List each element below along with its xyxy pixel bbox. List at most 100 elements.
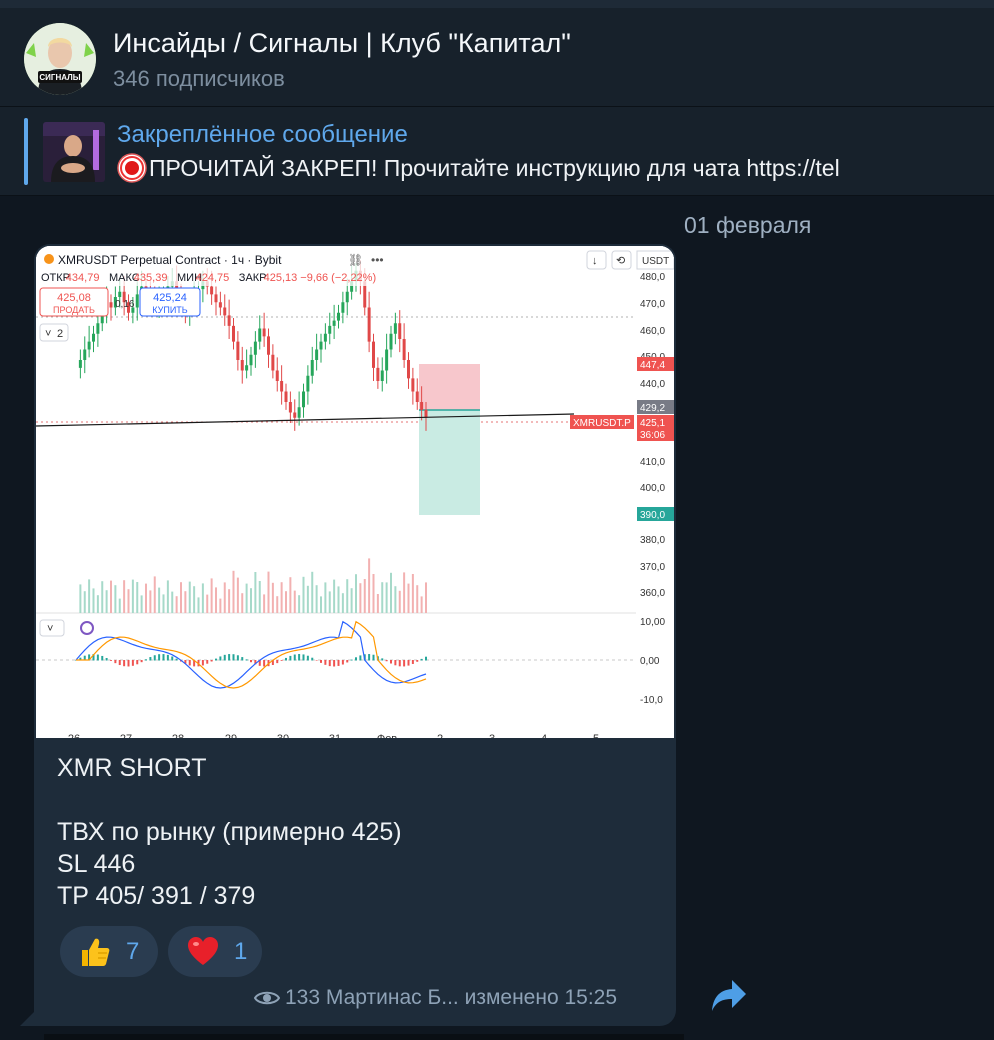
- volume-bar: [298, 595, 301, 613]
- candle-body: [297, 407, 301, 418]
- volume-bar: [92, 588, 95, 613]
- volume-bar: [210, 578, 213, 613]
- volume-bar: [416, 585, 419, 613]
- reaction-thumbs-up[interactable]: 7: [60, 926, 158, 977]
- macd-histogram-bar: [188, 660, 191, 666]
- candle-body: [420, 402, 424, 410]
- macd-histogram-bar: [241, 657, 244, 661]
- volume-bar: [403, 572, 406, 613]
- volume-bar: [346, 579, 349, 613]
- candle-body: [78, 360, 82, 368]
- macd-histogram-bar: [333, 660, 336, 667]
- message-text[interactable]: XMR SHORT ТВХ по рынку (примерно 425) SL…: [57, 752, 402, 912]
- volume-bar: [276, 596, 279, 613]
- price-tick: 360,0: [640, 588, 665, 599]
- ohlc-value: 425,13 −9,66 (−2,22%): [264, 272, 377, 284]
- currency-label: USDT: [642, 256, 669, 267]
- edited-label: изменено: [464, 986, 559, 1009]
- volume-bar: [131, 579, 134, 613]
- candle-body: [332, 320, 336, 326]
- volume-bar: [241, 593, 244, 613]
- time-tick: 2: [437, 733, 443, 738]
- macd-histogram-bar: [324, 660, 327, 665]
- candle-body: [323, 333, 327, 342]
- candle-body: [118, 291, 122, 297]
- candle-body: [218, 302, 222, 308]
- candle-body: [284, 391, 288, 402]
- macd-histogram-bar: [390, 660, 392, 664]
- volume-bar: [145, 583, 147, 613]
- volume-bar: [197, 597, 200, 613]
- more-icon: •••: [371, 253, 384, 267]
- candle-body: [87, 341, 91, 350]
- volume-bar: [140, 595, 143, 613]
- price-tick: 440,0: [640, 379, 665, 390]
- price-tick: 400,0: [640, 483, 665, 494]
- volume-bar: [267, 571, 270, 613]
- candle-body: [385, 349, 389, 371]
- symbol-logo-icon: [44, 254, 54, 264]
- volume-bar: [398, 590, 401, 613]
- volume-bar: [263, 594, 266, 613]
- candle-body: [96, 323, 100, 334]
- chart-title: XMRUSDT Perpetual Contract · 1ч · Bybit: [58, 253, 282, 267]
- chart-image[interactable]: 480,0470,0460,0450,0440,0410,0400,0380,0…: [36, 246, 674, 738]
- share-icon[interactable]: [710, 978, 748, 1014]
- macd-histogram-bar: [105, 657, 108, 661]
- macd-histogram-bar: [398, 660, 401, 667]
- channel-title[interactable]: Инсайды / Сигналы | Клуб "Капитал": [113, 28, 571, 59]
- candle-body: [367, 307, 371, 342]
- candle-body: [83, 349, 87, 360]
- pinned-message-bar[interactable]: Закреплённое сообщение ПРОЧИТАЙ ЗАКРЕП! …: [0, 107, 994, 196]
- volume-bar: [232, 570, 235, 613]
- time-tick: 5: [593, 733, 599, 738]
- subscriber-count: 346 подписчиков: [113, 66, 285, 91]
- reaction-heart[interactable]: 1: [168, 926, 262, 977]
- volume-bar: [105, 590, 108, 613]
- pinned-preview[interactable]: ПРОЧИТАЙ ЗАКРЕП! Прочитайте инструкцию д…: [117, 153, 840, 183]
- macd-histogram-bar: [372, 654, 375, 661]
- macd-tick: 10,00: [640, 617, 665, 628]
- channel-avatar[interactable]: СИГНАЛЫ: [24, 23, 96, 95]
- volume-bar: [206, 594, 209, 613]
- candle-body: [267, 336, 270, 355]
- take-profit-zone: [419, 410, 480, 515]
- sl-tag-label: 447,4: [640, 360, 665, 371]
- chart-background: [36, 246, 674, 738]
- macd-histogram-bar: [223, 654, 226, 661]
- pinned-title[interactable]: Закреплённое сообщение: [117, 121, 408, 149]
- volume-bar: [411, 574, 414, 613]
- volume-bar: [390, 572, 392, 613]
- macd-histogram-bar: [149, 657, 152, 661]
- price-tick: 470,0: [640, 299, 665, 310]
- time-tick: 28: [172, 733, 184, 738]
- volume-bar: [368, 558, 371, 613]
- volume-bar: [153, 576, 156, 613]
- macd-histogram-bar: [407, 660, 410, 666]
- macd-histogram-bar: [118, 660, 121, 666]
- macd-histogram-bar: [311, 657, 314, 661]
- macd-histogram-bar: [236, 655, 239, 661]
- price-tick: 480,0: [640, 272, 665, 283]
- macd-histogram-bar: [210, 660, 213, 662]
- volume-bar: [376, 594, 379, 613]
- symbol-tag-label: XMRUSDT.P: [573, 418, 631, 429]
- candle-body: [310, 360, 314, 376]
- volume-bar: [79, 584, 82, 613]
- macd-histogram-bar: [96, 654, 99, 661]
- arrow-down-icon: ↓: [592, 255, 598, 267]
- volume-bar: [158, 587, 161, 613]
- pinned-preview-text: ПРОЧИТАЙ ЗАКРЕП! Прочитайте инструкцию д…: [149, 155, 840, 181]
- candle-body: [407, 360, 410, 379]
- candle-body: [245, 365, 249, 371]
- volume-bar: [175, 596, 178, 613]
- candle-body: [214, 294, 218, 303]
- time-tick: 26: [68, 733, 80, 738]
- volume-bar: [162, 594, 165, 613]
- channel-header[interactable]: СИГНАЛЫ Инсайды / Сигналы | Клуб "Капита…: [0, 8, 994, 107]
- macd-histogram-bar: [302, 654, 305, 661]
- macd-histogram-bar: [350, 659, 353, 661]
- macd-histogram-bar: [385, 660, 388, 662]
- volume-bar: [407, 583, 410, 613]
- bar-timer-label: 36:06: [640, 430, 665, 441]
